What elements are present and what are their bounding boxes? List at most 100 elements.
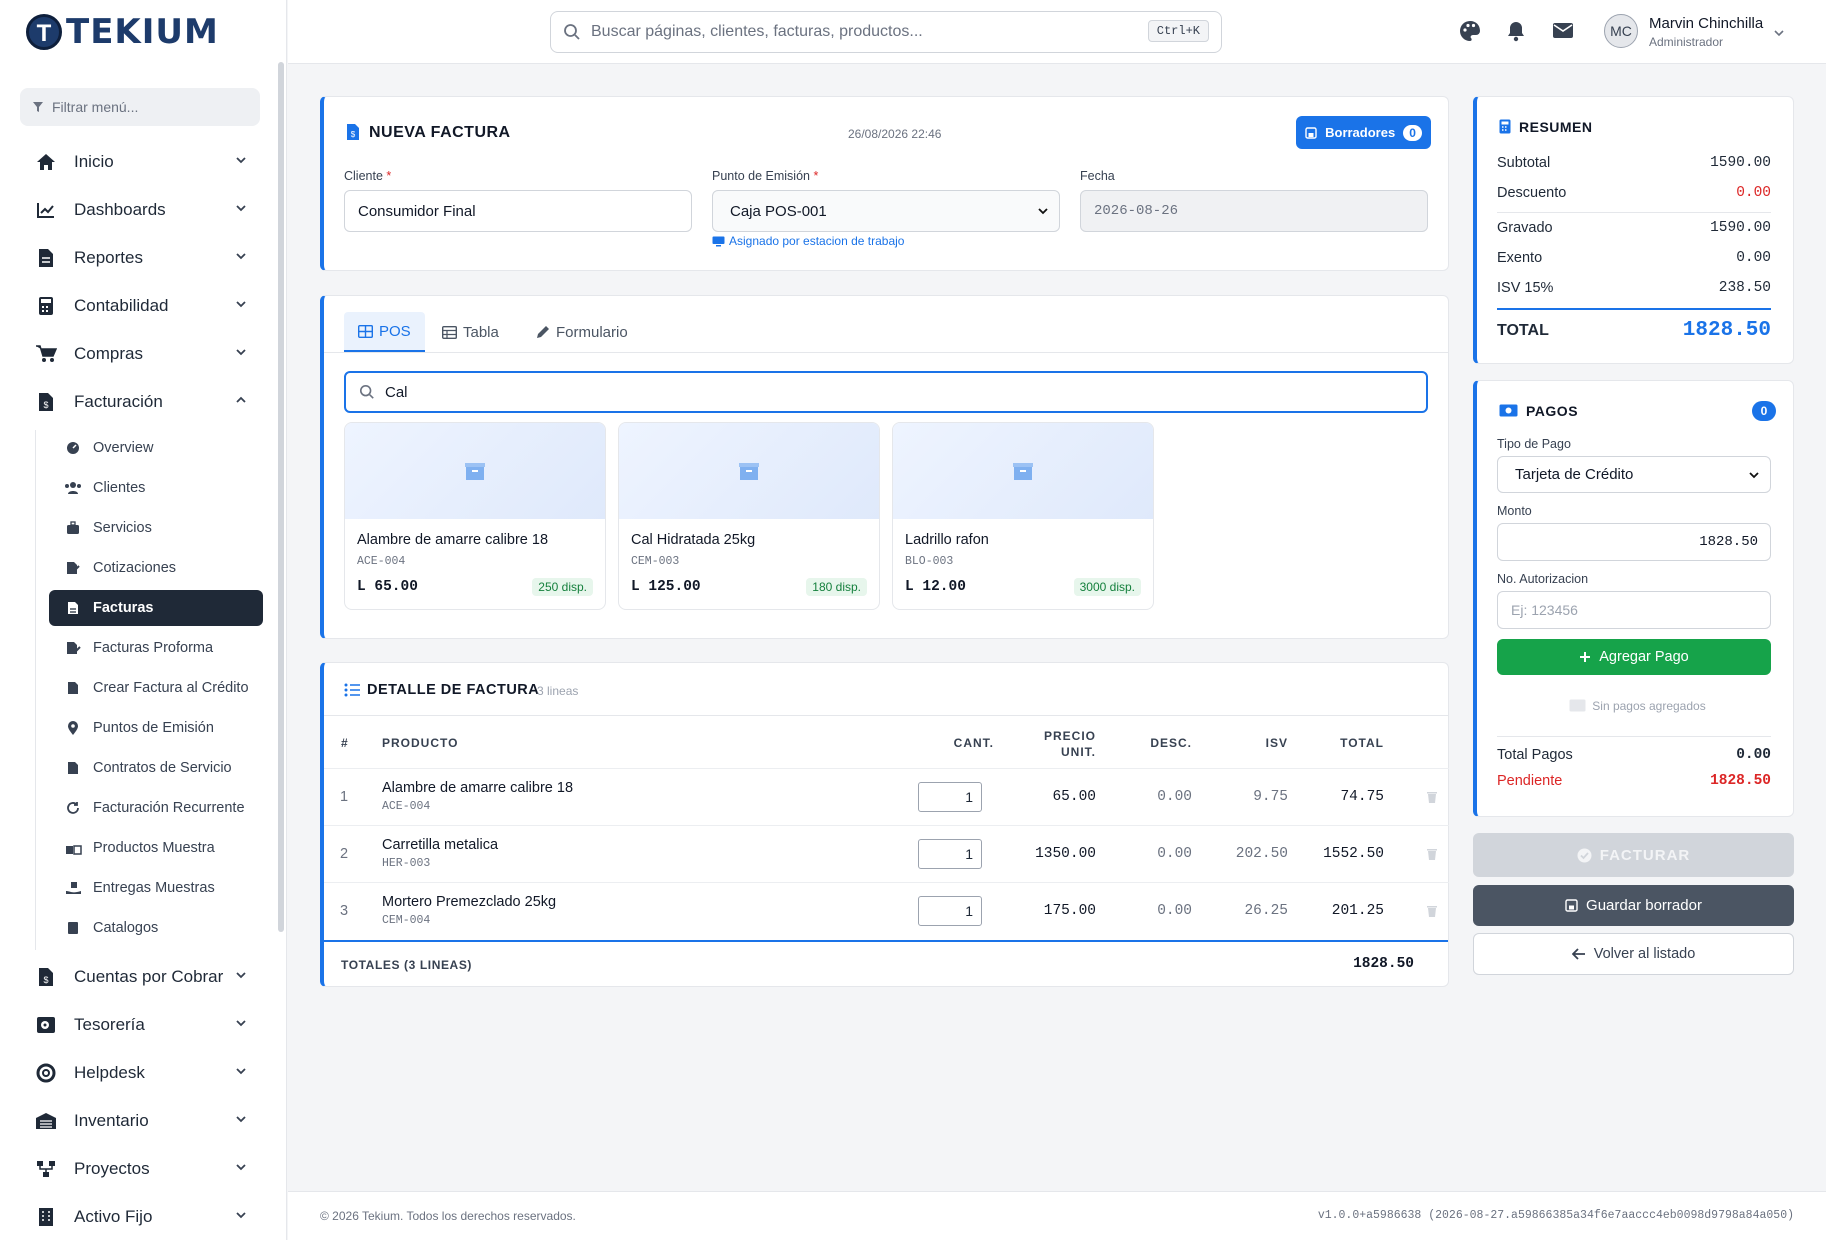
chevron-down-icon — [236, 301, 246, 308]
summary-title: RESUMEN — [1519, 119, 1593, 135]
palette-icon[interactable] — [1459, 20, 1481, 42]
date-input: 2026-08-26 — [1080, 190, 1428, 232]
menu-filter-input[interactable]: Filtrar menú... — [20, 88, 260, 126]
sidebar-item-proyectos[interactable]: Proyectos — [20, 1148, 260, 1190]
product-image-placeholder — [345, 423, 605, 519]
row-price: 175.00 — [1043, 903, 1096, 919]
sidebar-item-tesoreria[interactable]: Tesorería — [20, 1004, 260, 1046]
auth-input[interactable]: Ej: 123456 — [1497, 591, 1771, 629]
search-shortcut-badge: Ctrl+K — [1147, 20, 1209, 42]
map-pin-icon — [68, 720, 78, 735]
sidebar-subitem-servicios[interactable]: Servicios — [49, 510, 263, 546]
product-search-input[interactable]: Cal — [344, 371, 1428, 413]
pos-card: POS Tabla Formulario Cal Alambre de amar… — [320, 295, 1449, 639]
sidebar-subitem-clientes[interactable]: Clientes — [49, 470, 263, 506]
payments-title: PAGOS — [1526, 403, 1579, 419]
sidebar-item-inventario[interactable]: Inventario — [20, 1100, 260, 1142]
row-product-code: HER-003 — [382, 857, 431, 870]
bell-icon[interactable] — [1506, 20, 1526, 42]
save-draft-label: Guardar borrador — [1586, 897, 1702, 914]
back-to-list-button[interactable]: Volver al listado — [1473, 933, 1794, 975]
sidebar-item-contabilidad[interactable]: Contabilidad — [20, 285, 260, 327]
pencil-icon — [537, 326, 549, 338]
summary-total-label: TOTAL — [1497, 321, 1549, 339]
invoice-submit-button[interactable]: FACTURAR — [1473, 833, 1794, 877]
sidebar-item-facturacion[interactable]: $ Facturación — [20, 381, 260, 423]
row-qty-input[interactable]: 1 — [918, 839, 982, 869]
row-qty-input[interactable]: 1 — [918, 896, 982, 926]
summary-card: RESUMEN Subtotal 1590.00 Descuento 0.00 Gr… — [1473, 96, 1794, 364]
global-search-input[interactable]: Buscar páginas, clientes, facturas, prod… — [550, 11, 1222, 53]
calculator-icon — [39, 297, 53, 315]
product-card[interactable]: Alambre de amarre calibre 18 ACE-004 L 6… — [344, 422, 606, 610]
svg-text:$: $ — [351, 130, 356, 139]
client-input[interactable]: Consumidor Final — [344, 190, 692, 232]
search-icon — [359, 384, 374, 399]
row-price: 1350.00 — [1035, 846, 1096, 862]
sidebar-scrollbar[interactable] — [278, 62, 284, 932]
sidebar-item-activo-fijo[interactable]: Activo Fijo — [20, 1196, 260, 1238]
summary-total-divider — [1497, 308, 1771, 310]
sidebar-item-label: Cuentas por Cobrar — [74, 967, 224, 986]
table-row: 1 Alambre de amarre calibre 18 ACE-004 1… — [324, 768, 1449, 825]
drafts-button[interactable]: Borradores 0 — [1296, 116, 1431, 149]
invoice-icon: $ — [39, 393, 53, 411]
chevron-down-icon — [236, 1212, 246, 1219]
col-product: PRODUCTO — [382, 736, 459, 750]
envelope-icon[interactable] — [1552, 20, 1574, 40]
chevron-down-icon — [236, 205, 246, 212]
sidebar-subitem-crear-factura-credito[interactable]: Crear Factura al Crédito — [49, 670, 263, 706]
sidebar-subitem-facturas-proforma[interactable]: Facturas Proforma — [49, 630, 263, 666]
trash-icon[interactable] — [1427, 791, 1437, 803]
sidebar-subitem-puntos-emision[interactable]: Puntos de Emisión — [49, 710, 263, 746]
trash-icon[interactable] — [1427, 848, 1437, 860]
sidebar-item-compras[interactable]: Compras — [20, 333, 260, 375]
sidebar-item-reportes[interactable]: Reportes — [20, 237, 260, 279]
row-price: 65.00 — [1052, 789, 1096, 805]
sidebar-subitem-label: Facturas — [93, 600, 154, 616]
invoice-submit-label: FACTURAR — [1599, 846, 1691, 864]
row-isv: 26.25 — [1244, 903, 1288, 919]
sidebar-subitem-entregas-muestras[interactable]: Entregas Muestras — [49, 870, 263, 906]
sidebar-item-dashboards[interactable]: Dashboards — [20, 189, 260, 231]
file-invoice-icon: $ — [39, 968, 53, 986]
sidebar-item-cuentas-por-cobrar[interactable]: $ Cuentas por Cobrar — [20, 956, 260, 998]
row-isv: 202.50 — [1235, 846, 1288, 862]
tab-tabla[interactable]: Tabla — [428, 312, 513, 352]
summary-discount-label: Descuento — [1497, 185, 1567, 201]
payment-type-select[interactable]: Tarjeta de Crédito — [1497, 456, 1771, 493]
summary-divider — [1497, 212, 1771, 213]
chevron-down-icon — [236, 349, 246, 356]
chevron-down-icon — [236, 1020, 246, 1027]
chevron-down-icon[interactable] — [1772, 26, 1786, 40]
emission-hint-text: Asignado por estacion de trabajo — [729, 234, 905, 248]
sidebar-subitem-label: Entregas Muestras — [93, 880, 215, 896]
amount-input[interactable]: 1828.50 — [1497, 523, 1771, 561]
product-card[interactable]: Ladrillo rafon BLO-003 L 12.00 3000 disp… — [892, 422, 1154, 610]
sidebar-subitem-facturacion-recurrente[interactable]: Facturación Recurrente — [49, 790, 263, 826]
save-draft-button[interactable]: Guardar borrador — [1473, 885, 1794, 926]
brand-logo[interactable]: TEKIUM — [26, 12, 219, 52]
sidebar-subitem-catalogos[interactable]: Catalogos — [49, 910, 263, 946]
tab-pos[interactable]: POS — [344, 312, 425, 352]
sidebar-item-helpdesk[interactable]: Helpdesk — [20, 1052, 260, 1094]
sidebar-subitem-cotizaciones[interactable]: Cotizaciones — [49, 550, 263, 586]
sidebar-item-inicio[interactable]: Inicio — [20, 141, 260, 183]
row-discount: 0.00 — [1157, 846, 1192, 862]
tab-label: POS — [379, 322, 411, 340]
product-card[interactable]: Cal Hidratada 25kg CEM-003 L 125.00 180 … — [618, 422, 880, 610]
user-avatar[interactable]: MC — [1604, 14, 1638, 48]
trash-icon[interactable] — [1427, 905, 1437, 917]
summary-isv-label: ISV 15% — [1497, 280, 1554, 296]
sidebar-subitem-contratos-servicio[interactable]: Contratos de Servicio — [49, 750, 263, 786]
tab-formulario[interactable]: Formulario — [522, 312, 642, 352]
emission-select[interactable]: Caja POS-001 — [712, 190, 1060, 232]
user-name[interactable]: Marvin Chinchilla — [1649, 15, 1763, 32]
sidebar-subitem-productos-muestra[interactable]: Productos Muestra — [49, 830, 263, 866]
add-payment-button[interactable]: Agregar Pago — [1497, 639, 1771, 675]
row-qty-input[interactable]: 1 — [918, 782, 982, 812]
sidebar-subitem-facturas[interactable]: Facturas — [49, 590, 263, 626]
payments-pending-value: 1828.50 — [1710, 773, 1771, 789]
product-image-placeholder — [619, 423, 879, 519]
sidebar-subitem-overview[interactable]: Overview — [49, 430, 263, 466]
